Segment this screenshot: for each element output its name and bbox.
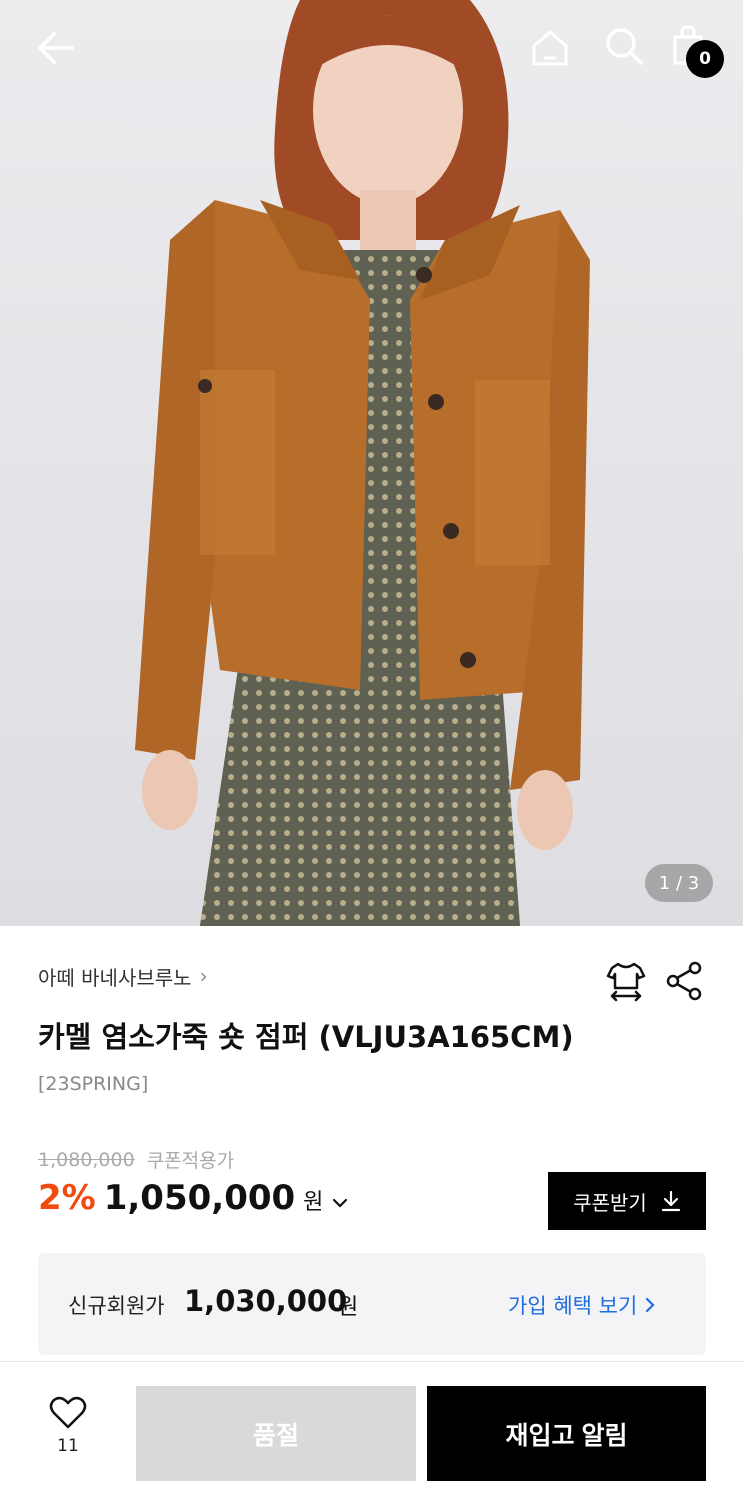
join-benefit-label: 가입 혜택 보기: [508, 1294, 638, 1318]
size-guide-icon: [606, 962, 646, 1002]
home-button[interactable]: [526, 24, 574, 72]
coupon-download-button[interactable]: 쿠폰받기: [548, 1172, 706, 1230]
chevron-right-icon: [646, 1297, 655, 1313]
member-price-box: 신규회원가 1,030,000 원 가입 혜택 보기: [38, 1253, 706, 1355]
divider: [0, 1361, 743, 1362]
share-icon: [666, 961, 702, 1001]
like-count: 11: [57, 1436, 79, 1456]
image-pager: 1 / 3: [645, 864, 713, 902]
join-benefit-link[interactable]: 가입 혜택 보기: [508, 1290, 655, 1320]
restock-alert-button[interactable]: 재입고 알림: [427, 1386, 706, 1481]
home-icon: [532, 30, 568, 66]
chevron-right-icon: ›: [199, 964, 208, 988]
brand-name: 아떼 바네사브루노: [38, 965, 192, 990]
coupon-button-label: 쿠폰받기: [573, 1190, 647, 1215]
brand-link[interactable]: 아떼 바네사브루노 ›: [38, 960, 208, 992]
sale-price: 1,050,000: [103, 1178, 296, 1218]
back-button[interactable]: [30, 24, 82, 72]
original-price-row: 1,080,000 쿠폰적용가: [38, 1146, 234, 1173]
product-photo: [135, 0, 590, 926]
like-button[interactable]: 11: [30, 1396, 106, 1476]
heart-icon: [49, 1396, 87, 1429]
product-image-gallery[interactable]: 0 1 / 3: [0, 0, 743, 926]
product-season: [23SPRING]: [38, 1073, 149, 1095]
product-title: 카멜 염소가죽 숏 점퍼 (VLJU3A165CM): [38, 1020, 574, 1054]
arrow-left-icon: [38, 32, 74, 64]
search-icon: [606, 28, 643, 65]
size-guide-button[interactable]: [604, 960, 648, 1002]
discount-rate: 2%: [38, 1178, 96, 1218]
sold-out-button[interactable]: 품절: [136, 1386, 416, 1481]
currency-label: 원: [303, 1190, 324, 1215]
top-navigation-bar: 0: [0, 0, 743, 100]
coupon-price-note: 쿠폰적용가: [146, 1150, 235, 1172]
bag-count-badge: 0: [686, 40, 724, 78]
download-icon: [661, 1190, 680, 1212]
member-currency: 원: [338, 1295, 359, 1320]
member-price-label: 신규회원가: [68, 1294, 165, 1318]
share-button[interactable]: [662, 960, 706, 1002]
original-price: 1,080,000: [38, 1148, 135, 1171]
search-button[interactable]: [600, 22, 648, 70]
chevron-down-icon[interactable]: [331, 1197, 349, 1209]
price-row[interactable]: 2% 1,050,000 원: [38, 1178, 349, 1218]
member-price: 1,030,000: [184, 1284, 348, 1318]
